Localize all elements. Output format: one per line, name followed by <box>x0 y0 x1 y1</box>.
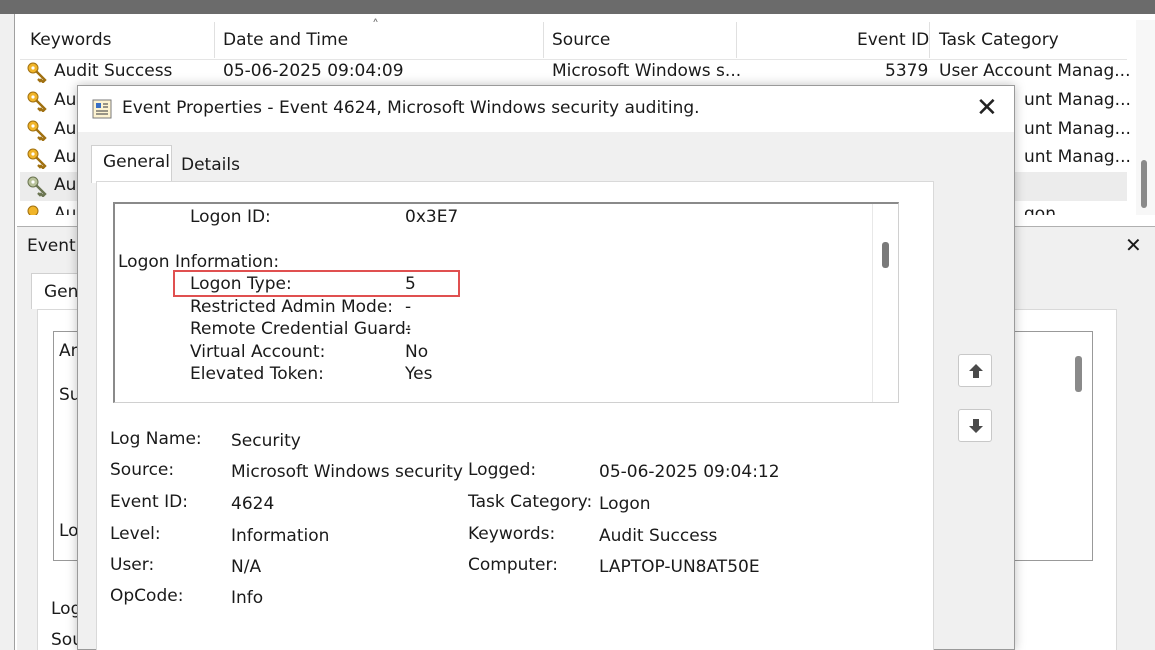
grid-header: Keywords ˄ Date and Time Source Event ID… <box>20 18 1127 60</box>
key-icon <box>27 120 47 141</box>
description-box[interactable]: Logon ID: 0x3E7 Logon Information: Logon… <box>113 202 899 403</box>
source-value: Microsoft Windows security a <box>231 462 468 482</box>
virtual-account-label: Virtual Account: <box>190 342 326 362</box>
tab-details[interactable]: Details <box>173 146 240 182</box>
row-task: unt Manag... <box>1024 90 1131 110</box>
event-properties-dialog: Event Properties - Event 4624, Microsoft… <box>77 85 1015 650</box>
keywords-label: Keywords: <box>468 524 556 544</box>
row-keywords: Audit Success <box>54 61 173 81</box>
remote-credential-label: Remote Credential Guard: <box>190 319 412 339</box>
description-scrollbar[interactable] <box>872 204 898 402</box>
key-icon <box>27 62 47 83</box>
computer-value: LAPTOP-UN8AT50E <box>599 557 760 577</box>
grid-scrollbar[interactable] <box>1136 20 1155 215</box>
column-task-category[interactable]: Task Category <box>939 30 1059 50</box>
log-name-label: Log Name: <box>110 429 202 449</box>
event-id-label: Event ID: <box>110 492 188 512</box>
row-task: gon <box>1024 204 1056 215</box>
sort-ascending-icon: ˄ <box>372 18 379 34</box>
source-label: Source: <box>110 460 175 480</box>
tab-label: General <box>103 152 170 172</box>
column-date-time[interactable]: Date and Time <box>223 30 348 50</box>
close-icon[interactable]: ✕ <box>1125 233 1142 257</box>
opcode-label: OpCode: <box>110 586 184 606</box>
next-event-button[interactable] <box>958 409 992 442</box>
scrollbar-thumb[interactable] <box>1141 160 1147 208</box>
opcode-value: Info <box>231 588 264 608</box>
row-datetime: 05-06-2025 09:04:09 <box>223 61 404 81</box>
previous-event-button[interactable] <box>958 354 992 387</box>
elevated-token-value: Yes <box>405 364 433 384</box>
logged-value: 05-06-2025 09:04:12 <box>599 462 780 482</box>
restricted-admin-value: - <box>405 297 412 317</box>
row-task: unt Manag... <box>1024 147 1131 167</box>
column-keywords[interactable]: Keywords <box>30 30 111 50</box>
level-value: Information <box>231 526 330 546</box>
arrow-up-icon <box>969 364 983 378</box>
column-event-id[interactable]: Event ID <box>857 30 929 50</box>
column-source[interactable]: Source <box>552 30 610 50</box>
user-value: N/A <box>231 557 262 577</box>
close-icon[interactable]: ✕ <box>976 94 998 122</box>
row-event-id: 5379 <box>885 61 929 81</box>
column-separator[interactable] <box>929 22 930 58</box>
key-icon <box>27 176 47 197</box>
event-id-value: 4624 <box>231 494 275 514</box>
restricted-admin-label: Restricted Admin Mode: <box>190 297 394 317</box>
table-row[interactable]: Audit Success 05-06-2025 09:04:09 Micros… <box>20 58 1131 87</box>
task-category-value: Logon <box>599 494 651 514</box>
key-icon <box>27 148 47 169</box>
fragment-text: Lo <box>59 521 79 541</box>
scrollbar-thumb[interactable] <box>882 242 889 268</box>
computer-label: Computer: <box>468 555 558 575</box>
key-icon <box>27 91 47 112</box>
arrow-down-icon <box>969 419 983 433</box>
log-name-value: Security <box>231 431 301 451</box>
keywords-value: Audit Success <box>599 526 718 546</box>
key-icon <box>27 205 39 215</box>
window-title-strip <box>0 0 1155 14</box>
scrollbar-thumb[interactable] <box>1075 356 1082 392</box>
dialog-titlebar[interactable]: Event Properties - Event 4624, Microsoft… <box>78 86 1014 132</box>
dialog-title: Event Properties - Event 4624, Microsoft… <box>122 98 700 118</box>
column-separator[interactable] <box>736 22 737 58</box>
tab-general[interactable]: General <box>91 145 172 183</box>
logged-label: Logged: <box>468 460 537 480</box>
column-separator[interactable] <box>543 22 544 58</box>
section-heading: Logon Information: <box>118 252 280 272</box>
task-category-label: Task Category: <box>468 492 593 512</box>
logon-type-value: 5 <box>405 274 416 294</box>
logon-id-value: 0x3E7 <box>405 207 459 227</box>
level-label: Level: <box>110 524 161 544</box>
elevated-token-label: Elevated Token: <box>190 364 324 384</box>
row-task: unt Manag... <box>1024 119 1131 139</box>
remote-credential-value: - <box>405 319 412 339</box>
user-label: User: <box>110 555 155 575</box>
row-source: Microsoft Windows s... <box>552 61 742 81</box>
logon-type-label: Logon Type: <box>190 274 292 294</box>
logon-id-label: Logon ID: <box>190 207 271 227</box>
row-task: User Account Manag... <box>939 61 1131 81</box>
event-properties-icon <box>92 99 112 119</box>
row-keywords: Au <box>54 204 77 215</box>
tab-label: Details <box>181 155 240 175</box>
column-separator[interactable] <box>214 22 215 58</box>
virtual-account-value: No <box>405 342 429 362</box>
